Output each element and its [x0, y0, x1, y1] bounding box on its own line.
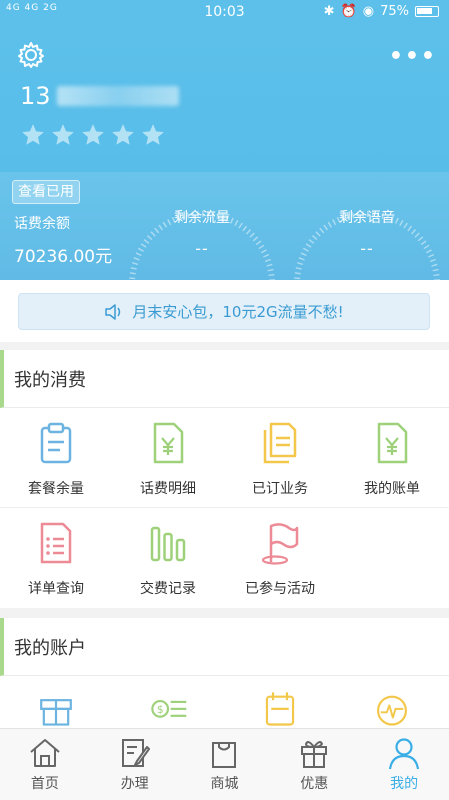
- status-bar: 4G 4G 2G 10:03 ✱ ⏰ ◉ 75%: [0, 0, 449, 24]
- promo-notice-banner[interactable]: 月末安心包，10元2G流量不愁!: [18, 293, 430, 330]
- calendar-icon: [265, 692, 295, 726]
- voice-gauge-arc-icon: [294, 211, 440, 280]
- balance-value[interactable]: 70236.00元: [14, 242, 112, 267]
- bottom-tab-bar: 首页 办理 商城 优惠 我的: [0, 728, 449, 800]
- my-bill-item[interactable]: 我的账单: [336, 408, 448, 507]
- phone-number-prefix: 13: [20, 82, 51, 110]
- tab-handle[interactable]: 办理: [90, 729, 180, 800]
- account-item-2[interactable]: $: [112, 676, 224, 728]
- alarm-icon: ⏰: [340, 4, 357, 19]
- account-row-1: $: [0, 676, 449, 728]
- tab-home-label: 首页: [30, 776, 59, 792]
- phone-number-masked: [56, 86, 179, 106]
- voice-remaining-value: --: [360, 239, 374, 258]
- svg-text:$: $: [157, 704, 164, 716]
- rating-stars: [20, 122, 166, 148]
- clipboard-icon: [40, 422, 72, 464]
- package-balance-label: 套餐余量: [28, 481, 84, 497]
- voice-gauge[interactable]: 剩余语音 --: [287, 189, 447, 280]
- fee-detail-item[interactable]: 话费明细: [112, 408, 224, 507]
- account-section-title: 我的账户: [0, 618, 449, 676]
- consumption-section: 我的消费 套餐余量 话费明细 已订业务 我的账单 详单查询 交费记录 已参与活动: [0, 350, 449, 608]
- battery-percent: 75%: [380, 4, 409, 19]
- tab-home[interactable]: 首页: [0, 729, 90, 800]
- screen: 4G 4G 2G 10:03 ✱ ⏰ ◉ 75% ••• 13 查看已用 话费余…: [0, 0, 449, 800]
- gift-table-icon: [40, 699, 72, 726]
- settings-gear-icon[interactable]: [16, 40, 46, 70]
- flag-icon: [261, 523, 299, 565]
- list-document-icon: [40, 522, 72, 564]
- detail-query-item[interactable]: 详单查询: [0, 508, 112, 608]
- person-icon: [388, 738, 420, 770]
- tab-mall[interactable]: 商城: [180, 729, 270, 800]
- gift-icon: [301, 741, 328, 768]
- speaker-icon: [105, 303, 121, 320]
- yuan-bill-icon: [377, 422, 408, 464]
- star-icon: [22, 124, 44, 145]
- documents-icon: [263, 422, 297, 464]
- account-item-4[interactable]: [336, 676, 448, 728]
- account-item-1[interactable]: [0, 676, 112, 728]
- consumption-row-2: 详单查询 交费记录 已参与活动: [0, 508, 449, 608]
- data-gauge-arc-icon: [129, 211, 275, 280]
- tab-handle-label: 办理: [120, 776, 149, 792]
- account-item-3[interactable]: [224, 676, 336, 728]
- notice-area: 月末安心包，10元2G流量不愁!: [0, 280, 449, 342]
- bars-icon: [150, 526, 186, 562]
- edit-icon: [121, 739, 150, 767]
- star-icon: [82, 124, 104, 145]
- subscribed-services-label: 已订业务: [252, 481, 308, 497]
- data-gauge[interactable]: 剩余流量 --: [122, 189, 282, 280]
- consumption-row-1: 套餐余量 话费明细 已订业务 我的账单: [0, 408, 449, 508]
- payment-records-item[interactable]: 交费记录: [112, 508, 224, 608]
- joined-activities-item[interactable]: 已参与活动: [224, 508, 336, 608]
- tab-mine[interactable]: 我的: [359, 729, 449, 800]
- tab-discounts-label: 优惠: [300, 776, 329, 792]
- yuan-document-icon: [153, 422, 184, 464]
- package-balance-item[interactable]: 套餐余量: [0, 408, 112, 507]
- balance-label: 话费余额: [14, 216, 70, 232]
- phone-number: 13: [20, 82, 179, 110]
- location-icon: ◉: [362, 4, 375, 19]
- tab-mall-label: 商城: [210, 776, 239, 792]
- pulse-icon: [377, 695, 407, 726]
- promo-notice-text: 月末安心包，10元2G流量不愁!: [132, 303, 344, 321]
- account-section: 我的账户 $: [0, 618, 449, 728]
- payment-records-label: 交费记录: [140, 581, 196, 597]
- joined-activities-label: 已参与活动: [245, 581, 315, 597]
- voice-remaining-label: 剩余语音: [339, 210, 395, 226]
- check-usage-button[interactable]: 查看已用: [12, 180, 80, 204]
- bluetooth-icon: ✱: [323, 4, 335, 19]
- status-right: ✱ ⏰ ◉ 75%: [324, 4, 439, 19]
- star-icon: [142, 124, 164, 145]
- tab-discounts[interactable]: 优惠: [269, 729, 359, 800]
- detail-query-label: 详单查询: [28, 581, 84, 597]
- battery-icon: [415, 6, 439, 17]
- profile-header: ••• 13 查看已用 话费余额 70236.00元 剩余流量 -- 剩余语音 …: [0, 24, 449, 280]
- star-icon: [52, 124, 74, 145]
- money-icon: $: [151, 699, 187, 718]
- subscribed-services-item[interactable]: 已订业务: [224, 408, 336, 507]
- fee-detail-label: 话费明细: [140, 481, 196, 497]
- more-menu-button[interactable]: •••: [389, 44, 437, 69]
- my-bill-label: 我的账单: [364, 481, 420, 497]
- home-icon: [30, 739, 60, 767]
- bag-icon: [212, 742, 237, 768]
- data-remaining-label: 剩余流量: [174, 210, 230, 226]
- star-icon: [112, 124, 134, 145]
- tab-mine-label: 我的: [390, 776, 419, 792]
- consumption-section-title: 我的消费: [0, 350, 449, 408]
- data-remaining-value: --: [195, 239, 209, 258]
